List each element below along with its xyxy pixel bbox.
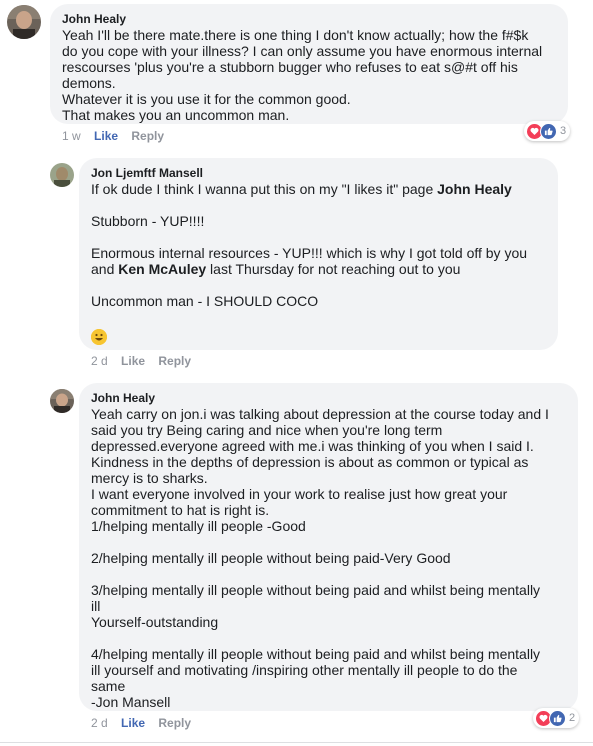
comment-line-text: If ok dude I think I wanna put this on m… bbox=[91, 181, 438, 197]
comment-line: Uncommon man - I SHOULD COCO bbox=[91, 293, 319, 309]
comment-line: do you cope with your illness? I can onl… bbox=[62, 43, 543, 59]
comment-line: commitment to hat is right is. bbox=[91, 502, 270, 518]
reactions-summary[interactable]: 2 bbox=[533, 708, 580, 728]
comment-actions: 2 d Like Reply bbox=[91, 715, 191, 731]
reply-button[interactable]: Reply bbox=[158, 716, 191, 730]
comment-line: Stubborn - YUP!!!! bbox=[91, 213, 205, 229]
reply-button[interactable]: Reply bbox=[158, 354, 191, 368]
avatar[interactable] bbox=[50, 389, 74, 413]
comment-line: and Ken McAuley last Thursday for not re… bbox=[91, 261, 546, 277]
reactions-summary[interactable]: 3 bbox=[524, 121, 571, 141]
mention-link[interactable]: Ken McAuley bbox=[118, 261, 206, 277]
comment-bubble: John Healy Yeah I'll be there mate.there… bbox=[50, 4, 568, 124]
comment-actions: 2 d Like Reply bbox=[91, 353, 191, 369]
avatar[interactable] bbox=[50, 163, 74, 187]
comment-line: Whatever it is you use it for the common… bbox=[62, 91, 351, 107]
comment-timestamp[interactable]: 2 d bbox=[91, 716, 108, 730]
comment-line-text: and bbox=[91, 261, 119, 277]
comment-line: demons. bbox=[62, 75, 116, 91]
comment-line: Yeah I'll be there mate.there is one thi… bbox=[62, 27, 529, 43]
comment-timestamp[interactable]: 1 w bbox=[62, 129, 81, 143]
comment-line: 1/helping mentally ill people -Good bbox=[91, 518, 306, 534]
reaction-count: 3 bbox=[560, 125, 567, 137]
comment-bubble: Jon Ljemftf Mansell If ok dude I think I… bbox=[79, 158, 558, 350]
comment-line: 4/helping mentally ill people without be… bbox=[91, 646, 541, 662]
comment-line-text: last Thursday for not reaching out to yo… bbox=[206, 261, 461, 277]
comment-line: Enormous internal resources - YUP!!! whi… bbox=[91, 245, 528, 261]
like-reaction-icon bbox=[540, 122, 557, 140]
smiley-emoji-icon bbox=[91, 329, 107, 345]
comment-line: If ok dude I think I wanna put this on m… bbox=[91, 181, 546, 197]
comment-text: If ok dude I think I wanna put this on m… bbox=[91, 181, 546, 348]
comment-line: same bbox=[91, 678, 126, 694]
comment-line: depressed.everyone agreed with me.i was … bbox=[91, 438, 534, 454]
comment-author[interactable]: Jon Ljemftf Mansell bbox=[91, 165, 546, 181]
like-reaction-icon bbox=[549, 709, 566, 727]
comment-line: Yourself-outstanding bbox=[91, 614, 219, 630]
reply-button[interactable]: Reply bbox=[131, 129, 164, 143]
comment-text: Yeah I'll be there mate.there is one thi… bbox=[62, 27, 556, 123]
comment-line: That makes you an uncommon man. bbox=[62, 107, 290, 123]
like-button[interactable]: Like bbox=[121, 716, 145, 730]
comment-author[interactable]: John Healy bbox=[62, 11, 556, 27]
comment-line: ill yourself and motivating /inspiring o… bbox=[91, 662, 518, 678]
comment-bubble: John Healy Yeah carry on jon.i was talki… bbox=[79, 383, 578, 711]
like-button[interactable]: Like bbox=[94, 129, 118, 143]
comment-line: -Jon Mansell bbox=[91, 694, 171, 710]
comment-line: rescourses 'plus you're a stubborn bugge… bbox=[62, 59, 518, 75]
comment-timestamp[interactable]: 2 d bbox=[91, 354, 108, 368]
comment-actions: 1 w Like Reply bbox=[62, 128, 164, 144]
comment-line: Kindness in the depths of depression is … bbox=[91, 454, 529, 470]
comment-text: Yeah carry on jon.i was talking about de… bbox=[91, 406, 566, 710]
comment-line: 2/helping mentally ill people without be… bbox=[91, 550, 451, 566]
comment-line: mercy is to sharks. bbox=[91, 470, 208, 486]
divider bbox=[0, 742, 593, 743]
mention-link[interactable]: John Healy bbox=[437, 181, 512, 197]
comment-line: Yeah carry on jon.i was talking about de… bbox=[91, 406, 549, 422]
like-button[interactable]: Like bbox=[121, 354, 145, 368]
comment-line: said you try Being caring and nice when … bbox=[91, 422, 443, 438]
reaction-count: 2 bbox=[569, 712, 576, 724]
avatar[interactable] bbox=[7, 5, 41, 39]
comment-line: I want everyone involved in your work to… bbox=[91, 486, 508, 502]
comment-line: ill bbox=[91, 598, 101, 614]
comment-line: 3/helping mentally ill people without be… bbox=[91, 582, 541, 598]
comment-author[interactable]: John Healy bbox=[91, 390, 566, 406]
